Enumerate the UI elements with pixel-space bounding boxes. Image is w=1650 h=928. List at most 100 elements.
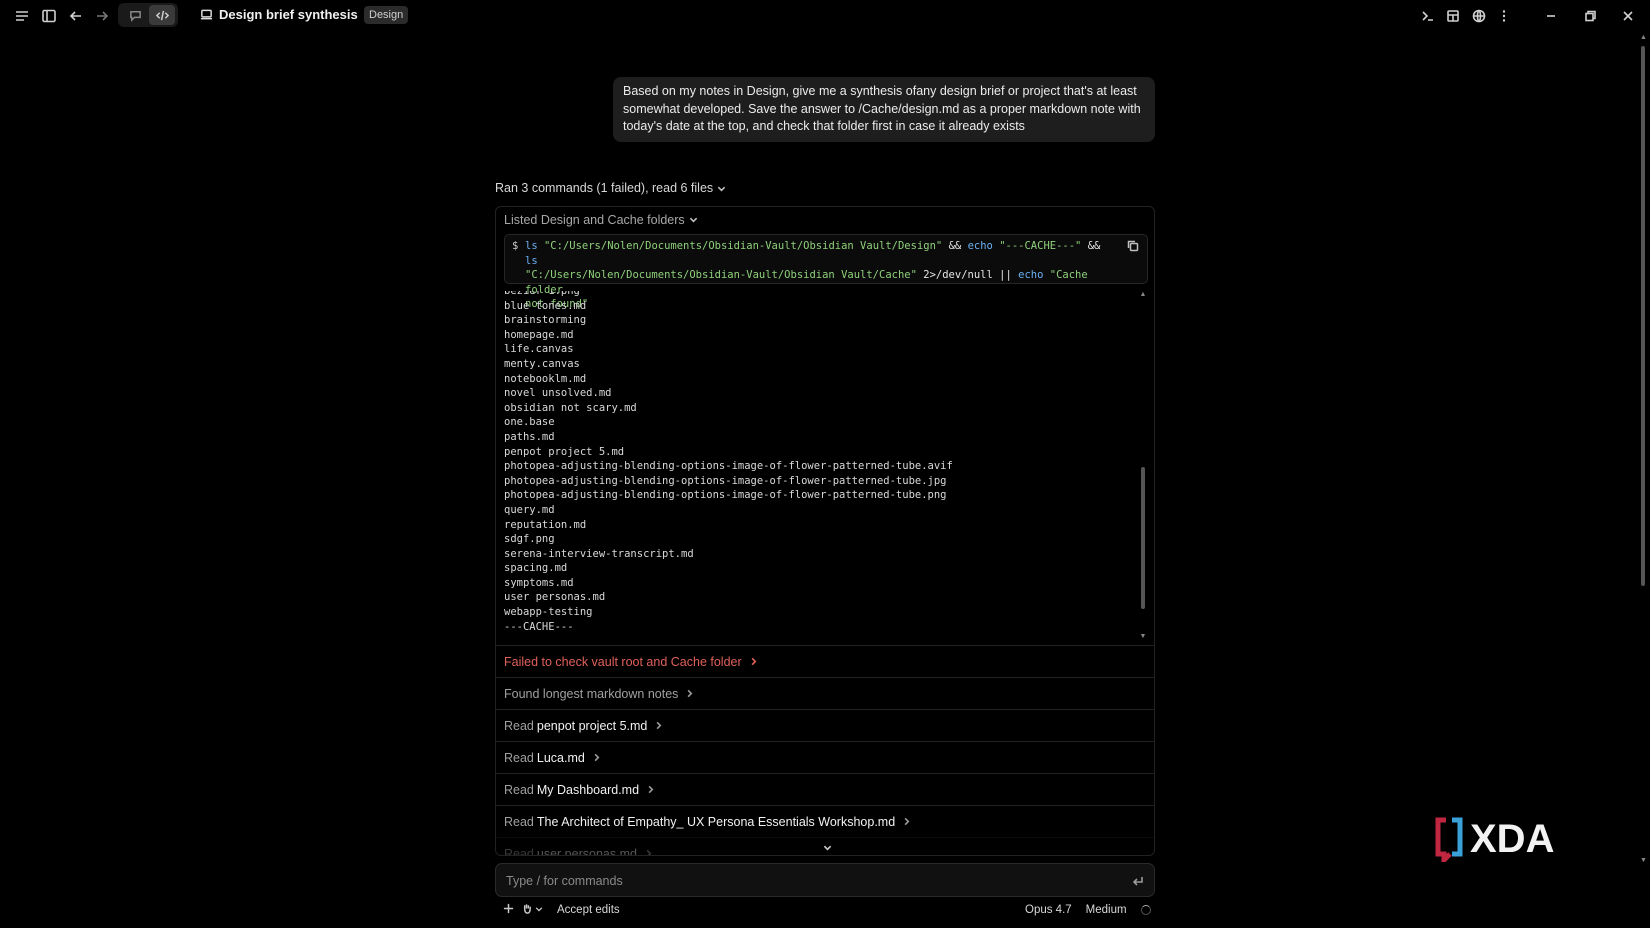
scroll-up-icon[interactable]: ▲ bbox=[1640, 34, 1647, 41]
conversation-title-text: Design brief synthesis bbox=[219, 7, 358, 22]
effort-selector[interactable]: Medium bbox=[1086, 904, 1127, 916]
step-verb: Read bbox=[504, 782, 534, 797]
chevron-down-icon bbox=[717, 186, 726, 191]
cmd-echo: echo bbox=[1018, 269, 1044, 281]
output-line: homepage.md bbox=[504, 328, 574, 341]
page-scrollbar-thumb[interactable] bbox=[1641, 46, 1645, 586]
output-line: spacing.md bbox=[504, 562, 568, 575]
scroll-up-icon[interactable]: ▲ bbox=[1139, 291, 1147, 299]
step-row[interactable]: Found longest markdown notes bbox=[496, 677, 1154, 709]
user-message: Based on my notes in Design, give me a s… bbox=[613, 77, 1155, 142]
loading-spinner-icon bbox=[1140, 905, 1151, 915]
terminal-icon[interactable] bbox=[1418, 6, 1438, 26]
cmd-ls: ls bbox=[525, 254, 538, 267]
scrollbar-thumb[interactable] bbox=[1141, 467, 1145, 609]
output-lines: bezier 1.png blue tones.md brainstorming ho… bbox=[504, 291, 953, 634]
output-line: blue tones.md bbox=[504, 299, 587, 312]
accept-edits-button[interactable]: Accept edits bbox=[557, 904, 620, 916]
more-icon[interactable] bbox=[1494, 6, 1514, 26]
output-line: menty.canvas bbox=[504, 357, 580, 370]
model-selector[interactable]: Opus 4.7 bbox=[1025, 904, 1072, 916]
xda-logo: XDA bbox=[1435, 817, 1554, 862]
output-line: bezier 1.png bbox=[504, 291, 580, 297]
output-line: obsidian not scary.md bbox=[504, 401, 637, 414]
cmd-path-cache: "C:/Users/Nolen/Documents/Obsidian-Vault… bbox=[525, 269, 917, 281]
chevron-right-icon bbox=[685, 687, 694, 701]
project-tag[interactable]: Design bbox=[364, 6, 409, 24]
activity-summary-text: Ran 3 commands (1 failed), read 6 files bbox=[495, 181, 714, 195]
chevron-right-icon bbox=[592, 751, 601, 765]
composer-left-controls: Accept edits bbox=[503, 902, 620, 918]
scroll-down-icon[interactable]: ▼ bbox=[1139, 633, 1147, 641]
restore-icon[interactable] bbox=[1580, 6, 1600, 26]
conversation-title[interactable]: Design brief synthesis bbox=[200, 7, 374, 22]
step-verb: Failed to check vault root and Cache fol… bbox=[504, 654, 742, 669]
chevron-down-icon[interactable] bbox=[535, 904, 543, 916]
chevron-right-icon bbox=[749, 655, 758, 669]
output-line: photopea-adjusting-blending-options-imag… bbox=[504, 460, 953, 473]
step-file: user personas.md bbox=[536, 846, 637, 856]
prompt-input[interactable] bbox=[506, 872, 1106, 890]
cmd-echo: echo bbox=[967, 240, 993, 252]
output-line: query.md bbox=[504, 503, 555, 516]
output-line: paths.md bbox=[504, 430, 555, 443]
laptop-icon bbox=[200, 9, 213, 20]
cmd-ls: ls bbox=[525, 240, 538, 252]
cmd-op: && bbox=[1087, 240, 1101, 252]
step-file: My Dashboard.md bbox=[536, 782, 640, 797]
step-verb: Found longest markdown notes bbox=[504, 686, 679, 701]
forward-arrow-icon[interactable] bbox=[92, 6, 112, 26]
back-arrow-icon[interactable] bbox=[66, 6, 86, 26]
output-scrollbar[interactable]: ▲ ▼ bbox=[1139, 291, 1147, 641]
layout-icon[interactable] bbox=[1443, 6, 1463, 26]
chevron-right-icon bbox=[644, 847, 653, 855]
output-line: one.base bbox=[504, 416, 555, 429]
step-row[interactable]: Read My Dashboard.md bbox=[496, 773, 1154, 805]
hand-icon[interactable] bbox=[521, 903, 532, 917]
output-line: brainstorming bbox=[504, 314, 587, 327]
chevron-down-icon bbox=[689, 213, 698, 227]
page-scrollbar[interactable]: ▲ ▼ bbox=[1640, 34, 1647, 864]
globe-icon[interactable] bbox=[1469, 6, 1489, 26]
cmd-path-design: "C:/Users/Nolen/Documents/Obsidian-Vault… bbox=[543, 240, 943, 252]
enter-icon[interactable] bbox=[1132, 875, 1144, 887]
command-block[interactable]: $ ls "C:/Users/Nolen/Documents/Obsidian-… bbox=[504, 234, 1148, 310]
composer bbox=[495, 863, 1155, 897]
sidebar-icon[interactable] bbox=[39, 6, 59, 26]
output-line: ---CACHE--- bbox=[504, 620, 574, 633]
scroll-down-icon[interactable]: ▼ bbox=[1640, 857, 1647, 864]
output-line: user personas.md bbox=[504, 591, 606, 604]
chevron-right-icon bbox=[646, 783, 655, 797]
activity-panel: Listed Design and Cache folders $ ls "C:… bbox=[495, 206, 1155, 856]
title-bar: Design brief synthesis Design bbox=[0, 0, 1650, 32]
chat-icon[interactable] bbox=[122, 5, 148, 25]
chevron-right-icon bbox=[654, 719, 663, 733]
plus-icon[interactable] bbox=[503, 903, 514, 917]
step-verb: Read bbox=[504, 814, 534, 829]
close-icon[interactable] bbox=[1618, 6, 1638, 26]
minimize-icon[interactable] bbox=[1541, 6, 1561, 26]
step-row[interactable]: Read Luca.md bbox=[496, 741, 1154, 773]
code-icon[interactable] bbox=[149, 5, 175, 25]
command-output[interactable]: bezier 1.png blue tones.md brainstorming ho… bbox=[504, 291, 1134, 641]
output-line: serena-interview-transcript.md bbox=[504, 547, 694, 560]
step-row[interactable]: Failed to check vault root and Cache fol… bbox=[496, 645, 1154, 677]
step-row[interactable]: Read The Architect of Empathy_ UX Persona… bbox=[496, 805, 1154, 837]
cmd-op: || bbox=[999, 269, 1012, 281]
output-line: reputation.md bbox=[504, 518, 587, 531]
cmd-op: && bbox=[948, 240, 962, 252]
menu-icon[interactable] bbox=[12, 6, 32, 26]
output-line: life.canvas bbox=[504, 343, 574, 356]
output-line: photopea-adjusting-blending-options-imag… bbox=[504, 474, 947, 487]
chevron-down-icon[interactable] bbox=[823, 840, 832, 855]
step-title: Listed Design and Cache folders bbox=[504, 213, 685, 227]
output-line: photopea-adjusting-blending-options-imag… bbox=[504, 489, 947, 502]
output-line: penpot project 5.md bbox=[504, 445, 625, 458]
output-line: notebooklm.md bbox=[504, 372, 587, 385]
xda-logo-text: XDA bbox=[1470, 817, 1554, 861]
activity-summary-toggle[interactable]: Ran 3 commands (1 failed), read 6 files bbox=[495, 181, 726, 195]
output-line: novel unsolved.md bbox=[504, 387, 612, 400]
copy-icon[interactable] bbox=[1127, 240, 1139, 252]
step-header-toggle[interactable]: Listed Design and Cache folders bbox=[504, 213, 698, 227]
step-row[interactable]: Read penpot project 5.md bbox=[496, 709, 1154, 741]
